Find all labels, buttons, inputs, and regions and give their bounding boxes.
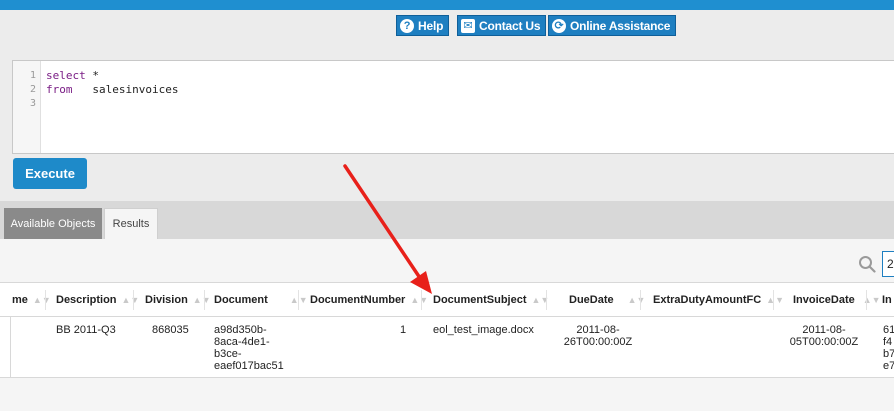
sort-icon: ▲▼ [766, 295, 784, 305]
top-accent-bar [0, 0, 894, 10]
column-header-extradutyamountfc[interactable]: ExtraDutyAmountFC ▲▼ [653, 283, 784, 317]
column-divider [45, 290, 46, 310]
help-button[interactable]: ? Help [396, 15, 450, 36]
code-area[interactable]: select * from salesinvoices [46, 69, 178, 111]
line-number: 2 [29, 84, 36, 95]
column-header-division[interactable]: Division ▲▼ [145, 283, 211, 317]
cell-in: 61 f4 b7 e7 [883, 324, 894, 372]
cell-document: a98d350b- 8aca-4de1- b3ce- eaef017bac51 [214, 324, 284, 372]
online-assistance-button[interactable]: ⟳ Online Assistance [548, 15, 677, 36]
help-toolbar: ? Help ✉ Contact Us ⟳ Online Assistance [0, 15, 894, 37]
cell-document-subject: eol_test_image.docx [433, 324, 534, 336]
tab-strip: Available Objects Results [0, 201, 894, 239]
cell-invoice-date: 2011-08- 05T00:00:00Z [789, 324, 859, 348]
grid-header-row: me▲▼ Description▲▼ Division▲▼ Document▲▼… [0, 283, 894, 317]
line-number: 3 [29, 98, 36, 109]
column-header-in[interactable]: In [882, 283, 892, 317]
column-divider [133, 290, 134, 310]
tab-results[interactable]: Results [104, 208, 158, 239]
column-header-documentnumber[interactable]: DocumentNumber ▲▼ [310, 283, 428, 317]
question-icon: ? [400, 18, 414, 33]
column-divider [204, 290, 205, 310]
line-number: 1 [29, 70, 36, 81]
column-divider [546, 290, 547, 310]
execute-button[interactable]: Execute [13, 158, 87, 189]
column-header-document[interactable]: Document▲▼ [214, 283, 308, 317]
column-divider [773, 290, 774, 310]
sort-icon: ▲▼ [410, 295, 429, 305]
tab-available-objects[interactable]: Available Objects [4, 208, 102, 239]
column-divider [640, 290, 641, 310]
envelope-icon: ✉ [461, 18, 475, 33]
line-number-gutter: 1 2 3 [13, 61, 41, 153]
cell-division: 868035 [152, 324, 189, 336]
contact-us-button[interactable]: ✉ Contact Us [457, 15, 547, 36]
page-size-input[interactable]: 2 [882, 251, 894, 277]
code-line: select * [46, 69, 99, 82]
column-divider [866, 290, 867, 310]
contact-us-label: Contact Us [479, 18, 541, 33]
column-header-duedate[interactable]: DueDate ▲▼ [569, 283, 645, 317]
sort-icon: ▲▼ [121, 295, 140, 305]
online-assistance-label: Online Assistance [570, 18, 671, 33]
results-grid: me▲▼ Description▲▼ Division▲▼ Document▲▼… [0, 282, 894, 378]
query-editor-panel: 1 2 3 select * from salesinvoices [0, 52, 894, 202]
cell-due-date: 2011-08- 26T00:00:00Z [563, 324, 633, 348]
sql-editor[interactable]: 1 2 3 select * from salesinvoices [12, 60, 894, 154]
table-row[interactable]: BB 2011-Q3 868035 a98d350b- 8aca-4de1- b… [0, 318, 894, 378]
chat-icon: ⟳ [552, 18, 566, 33]
sort-icon: ▲▼ [192, 295, 211, 305]
help-label: Help [418, 18, 444, 33]
sort-icon: ▲▼ [627, 295, 646, 305]
code-line: from salesinvoices [46, 83, 179, 96]
column-header-description[interactable]: Description ▲▼ [56, 283, 139, 317]
column-header-invoicedate[interactable]: InvoiceDate ▲▼ [793, 283, 881, 317]
cell-document-number: 1 [400, 324, 407, 336]
cell-description: BB 2011-Q3 [56, 324, 116, 336]
column-divider [421, 290, 422, 310]
column-divider [298, 290, 299, 310]
sort-icon: ▲▼ [32, 295, 51, 305]
search-icon[interactable] [858, 255, 876, 273]
results-panel: 2 me ▲▼ Description ▲▼ Division ▲▼ Document… [0, 239, 894, 411]
column-header-documentsubject[interactable]: DocumentSubject ▲▼ [433, 283, 549, 317]
